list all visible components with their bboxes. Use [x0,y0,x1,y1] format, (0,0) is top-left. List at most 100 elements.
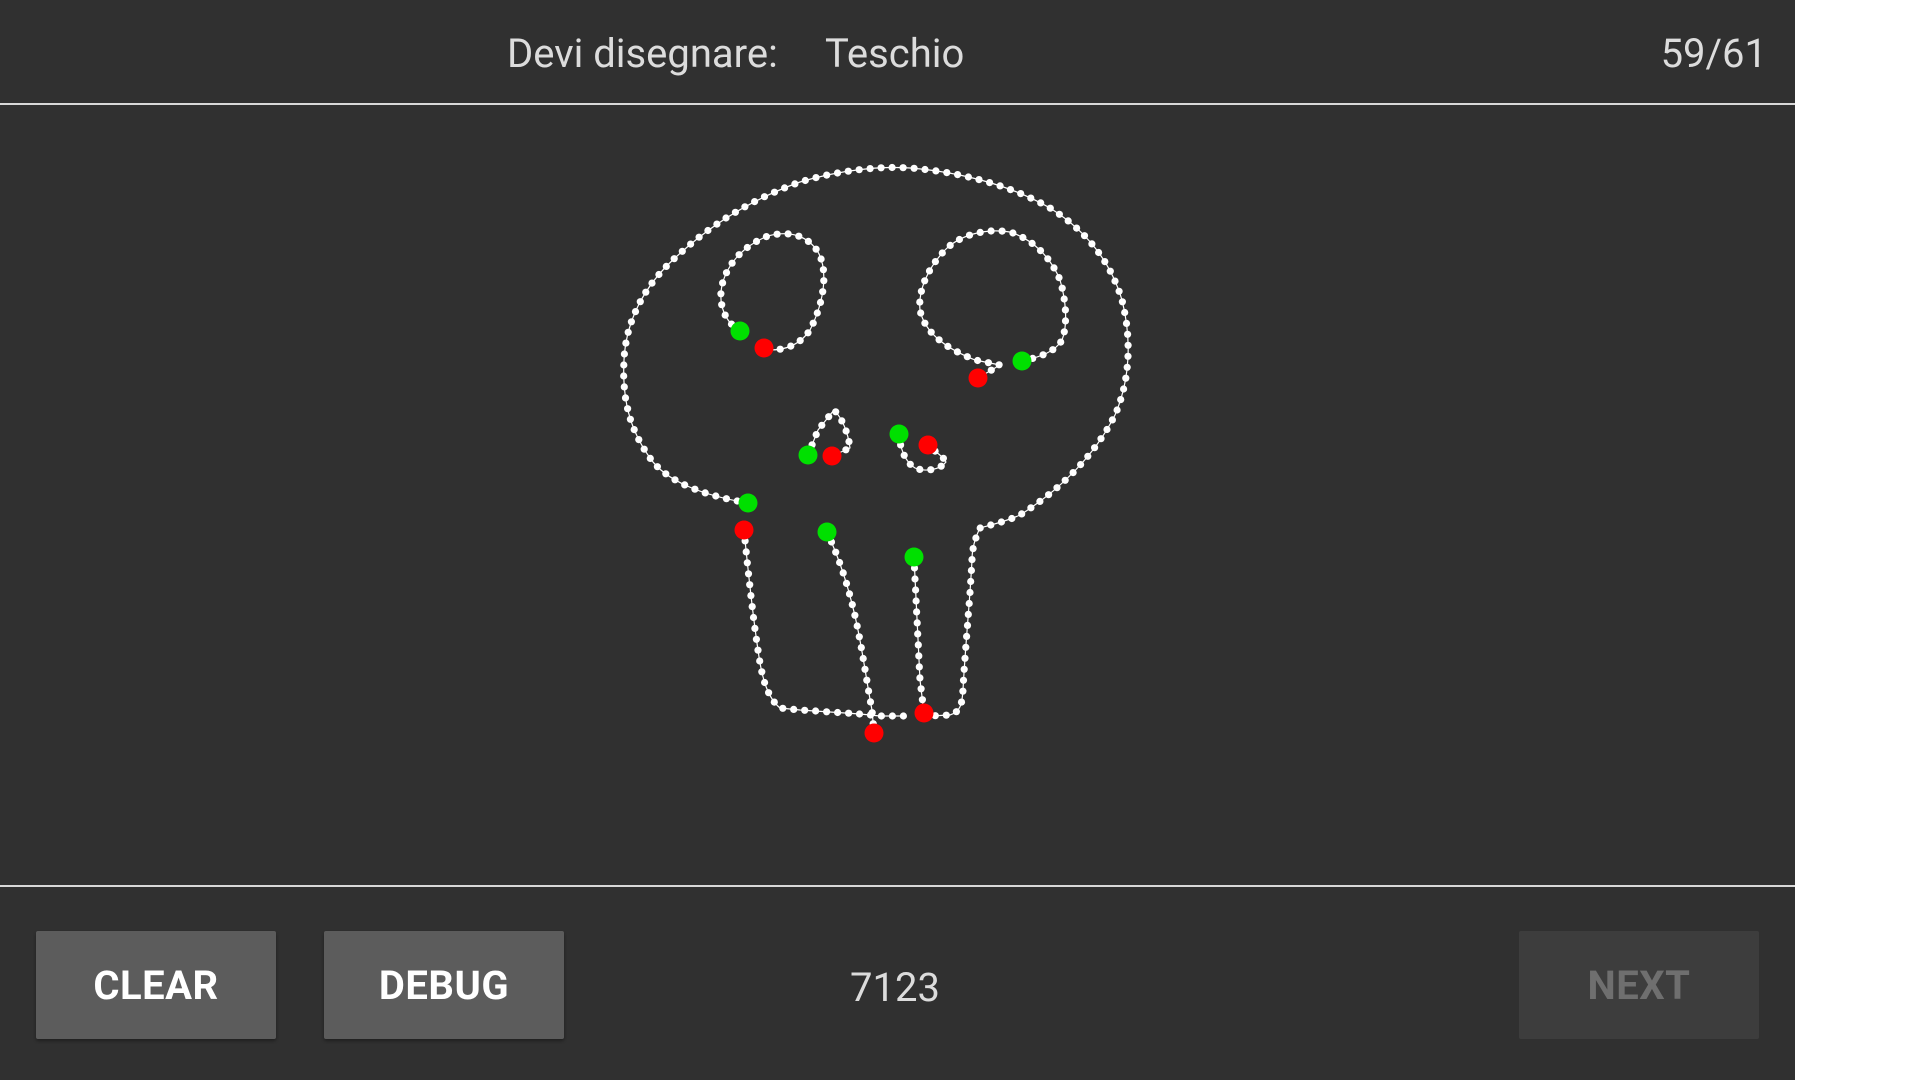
stroke-dot [962,643,970,651]
debug-button[interactable]: DEBUG [324,931,564,1039]
stroke-dot [832,548,840,556]
stroke-dot [987,521,995,529]
stroke-dot [995,361,1003,369]
stroke-dot [916,465,924,473]
stroke-dot [743,243,751,252]
stroke-dot [741,203,749,211]
stroke-dot [966,588,974,597]
stroke-dot [1069,469,1077,477]
skull-outline-stroke [623,166,1129,717]
stroke-dot [1115,287,1123,295]
stroke-dot [838,417,846,425]
stroke-dot [938,249,946,257]
stroke-dot [823,171,831,179]
stroke-dot [1027,504,1035,512]
stroke-dot [671,476,679,484]
stroke-dot [832,408,840,416]
stroke-dot [801,706,809,714]
stroke-dot [1046,204,1054,212]
stroke-dot [946,241,954,249]
stroke-dot [722,214,730,222]
drawing-canvas[interactable] [0,105,1795,885]
stroke-dot [917,287,926,295]
stroke-dot [1058,284,1066,292]
stroke-dot [762,233,771,241]
stroke-dot [1028,239,1036,247]
stroke-dot [722,269,731,277]
stroke-dot [997,518,1006,526]
stroke-dot [630,426,638,434]
stroke-dot [965,599,973,608]
stroke-dot [976,228,984,236]
stroke-dot [1027,194,1035,202]
stroke-dot [975,176,983,184]
stroke-dot [972,534,980,542]
stroke-dot [770,698,778,706]
stroke-dot [819,288,827,296]
stroke-dot [825,413,833,421]
stroke-dot [752,635,761,643]
stroke-dot [795,232,803,240]
stroke-dot [957,698,966,706]
stroke-dot [848,601,856,609]
stroke-endpoint-markers [730,321,1032,743]
stroke-dot [1123,363,1131,371]
stroke-dot [748,603,756,611]
stroke-dot [744,570,753,578]
stroke-dot [914,630,922,638]
stroke-dot [913,608,921,616]
stroke-dot [747,592,755,600]
stroke-dot [1050,264,1058,272]
next-button[interactable]: NEXT [1519,931,1759,1039]
stroke-dot [944,342,952,350]
stroke-dot [1019,233,1027,242]
stroke-dot [751,624,759,633]
stroke-dot [1122,374,1130,382]
stroke-dot [877,164,885,172]
stroke-dot [915,652,923,660]
stroke-dot [953,348,962,356]
stroke-dot [1084,452,1092,460]
stroke-dot [916,674,924,682]
stroke-dot [974,356,982,365]
stroke-dot [765,689,773,697]
stroke-dot [939,454,948,462]
stroke-dot [998,227,1006,235]
stroke-dot [834,708,842,717]
stroke-dot [642,288,650,296]
stroke-dot [1061,317,1070,325]
stroke-dot [636,298,644,306]
stroke-dot [812,707,820,715]
stroke-dot [621,394,630,402]
stroke-dot [624,405,632,413]
stroke-dot [964,610,972,619]
stroke-start-marker [738,493,758,513]
stroke-dot [695,233,703,241]
stroke-dot [646,454,654,462]
stroke-end-marker [918,435,938,455]
stroke-dot [713,220,721,228]
stroke-dot [1121,308,1129,317]
stroke-dot [819,266,828,274]
clear-button[interactable]: CLEAR [36,931,276,1039]
stroke-dot [954,171,962,179]
stroke-dot [1091,444,1099,452]
stroke-dot [787,342,795,350]
stroke-dot [960,665,968,673]
stroke-dot [1044,255,1052,263]
stroke-dot [912,597,920,605]
stroke-dot [967,577,975,586]
tooth-line-1-stroke [826,531,875,734]
stroke-dot [863,676,871,684]
stroke-dot [927,466,935,474]
stroke-dot [899,164,907,172]
stroke-dot [812,245,820,253]
stroke-end-marker [864,723,884,743]
stroke-sample-dots [620,163,1132,728]
stroke-dot [1039,351,1047,359]
stroke-dot [855,710,864,718]
stroke-dot [959,676,968,684]
stroke-dot [961,654,969,662]
stroke-dot [1118,298,1126,306]
stroke-dot [1103,425,1111,434]
